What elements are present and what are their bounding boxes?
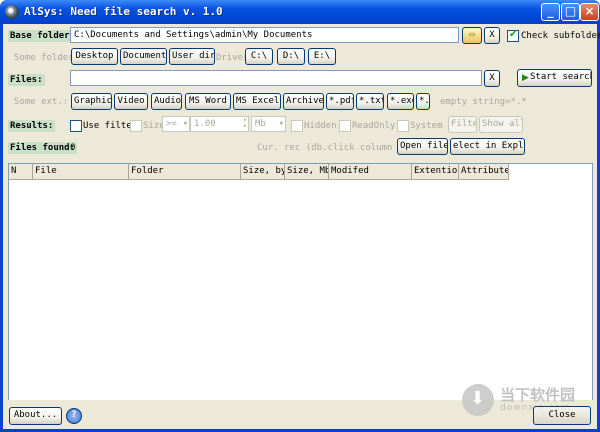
- user-dir-button[interactable]: User dir.: [169, 48, 215, 65]
- size-unit-value: Mb: [255, 119, 266, 129]
- close-window-button[interactable]: ×: [580, 3, 599, 21]
- start-search-button[interactable]: ▶ Start search: [517, 69, 592, 87]
- size-value-spinner[interactable]: 1.00 ▴ ▾: [190, 116, 249, 132]
- ext-exe-button[interactable]: *.exe: [387, 93, 414, 110]
- play-icon: ▶: [522, 73, 529, 83]
- spinner-arrows-icon: ▴ ▾: [242, 116, 247, 130]
- column-header-file[interactable]: File: [33, 164, 129, 180]
- ext-archives-button[interactable]: Archives: [283, 93, 324, 110]
- start-search-label: Start search: [530, 72, 592, 82]
- client-area: Base folder: C:\Documents and Settings\a…: [3, 24, 600, 429]
- window-title: AlSys: Need file search v. 1.0: [24, 5, 223, 18]
- some-folders-label: Some folders: [14, 53, 80, 63]
- ext-video-button[interactable]: Video: [114, 93, 148, 110]
- minimize-button[interactable]: _: [541, 3, 560, 21]
- open-file-button[interactable]: Open file: [397, 138, 448, 155]
- ext-hint: empty string=*.*: [440, 97, 527, 107]
- app-icon: [5, 5, 19, 19]
- ext-audio-button[interactable]: Audio: [151, 93, 182, 110]
- watermark-cn: 当下软件园: [500, 386, 576, 404]
- browse-folder-icon[interactable]: ▭: [462, 27, 482, 44]
- files-found-label: Files found:: [8, 142, 78, 154]
- base-folder-input[interactable]: C:\Documents and Settings\admin\My Docum…: [70, 27, 459, 43]
- drives-label: Drives: [216, 53, 249, 63]
- base-folder-label: Base folder:: [8, 30, 78, 42]
- readonly-checkbox[interactable]: [339, 120, 351, 132]
- size-unit-select[interactable]: Mb ▾: [251, 116, 286, 132]
- files-label: Files:: [8, 74, 45, 86]
- system-checkbox[interactable]: [397, 120, 409, 132]
- cur-rec-hint: Cur. rec (db.click column 2 or: [257, 143, 420, 153]
- select-in-explorer-button[interactable]: elect in Explore: [450, 138, 525, 155]
- hidden-label: Hidden: [304, 121, 337, 131]
- use-filter-checkbox[interactable]: [70, 120, 82, 132]
- readonly-label: ReadOnly: [352, 121, 396, 131]
- files-input[interactable]: [70, 70, 482, 86]
- column-header-modified[interactable]: Modifed: [329, 164, 412, 180]
- size-operator-select[interactable]: >= ▾: [162, 116, 190, 132]
- check-subfolders-checkbox[interactable]: [507, 29, 519, 42]
- files-found-count: 0: [70, 143, 76, 153]
- column-header-size-mb[interactable]: Size, Mb: [285, 164, 329, 180]
- show-all-button[interactable]: Show all: [479, 116, 523, 133]
- drive-d-button[interactable]: D:\: [277, 48, 305, 65]
- ext-graphic-button[interactable]: Graphic: [71, 93, 112, 110]
- clear-files-button[interactable]: X: [484, 70, 500, 87]
- column-header-n[interactable]: N: [9, 164, 33, 180]
- hidden-checkbox[interactable]: [291, 120, 303, 132]
- maximize-button[interactable]: □: [561, 3, 580, 21]
- ext-msword-button[interactable]: MS Word: [185, 93, 231, 110]
- footer-bar: About... ? 当下软件园 downxia.com Close: [3, 384, 597, 429]
- system-label: System: [410, 121, 443, 131]
- size-operator-value: >=: [166, 119, 177, 129]
- title-bar[interactable]: AlSys: Need file search v. 1.0 _ □ ×: [0, 0, 600, 24]
- column-header-size-bytes[interactable]: Size, byt: [241, 164, 285, 180]
- chevron-down-icon: ▾: [278, 119, 284, 129]
- ext-txt-button[interactable]: *.txt: [356, 93, 384, 110]
- check-subfolders-label: Check subfolders: [521, 31, 600, 41]
- results-table[interactable]: N File Folder Size, byt Size, Mb Modifed…: [8, 163, 593, 401]
- filter-button[interactable]: Filter: [448, 116, 477, 133]
- drive-e-button[interactable]: E:\: [308, 48, 336, 65]
- documents-button[interactable]: Documents: [120, 48, 167, 65]
- app-window: AlSys: Need file search v. 1.0 _ □ × Bas…: [0, 0, 600, 432]
- size-value: 1.00: [194, 119, 216, 129]
- clear-base-folder-button[interactable]: X: [484, 27, 500, 44]
- size-checkbox[interactable]: [130, 120, 142, 132]
- column-header-folder[interactable]: Folder: [129, 164, 241, 180]
- column-header-attributes[interactable]: Attributes: [459, 164, 509, 180]
- about-button[interactable]: About...: [9, 407, 62, 425]
- help-icon[interactable]: ?: [66, 408, 82, 424]
- column-header-extension[interactable]: Extention: [412, 164, 459, 180]
- download-icon: [462, 384, 494, 416]
- close-button[interactable]: Close: [533, 406, 591, 425]
- ext-any-button[interactable]: *.: [416, 93, 430, 110]
- results-label: Results:: [8, 120, 56, 132]
- drive-c-button[interactable]: C:\: [245, 48, 273, 65]
- some-ext-label: Some ext.:: [14, 97, 69, 107]
- chevron-down-icon: ▾: [182, 119, 188, 129]
- ext-pdf-button[interactable]: *.pdf: [326, 93, 354, 110]
- ext-msexcel-button[interactable]: MS Excel: [233, 93, 281, 110]
- desktop-button[interactable]: Desktop: [71, 48, 118, 65]
